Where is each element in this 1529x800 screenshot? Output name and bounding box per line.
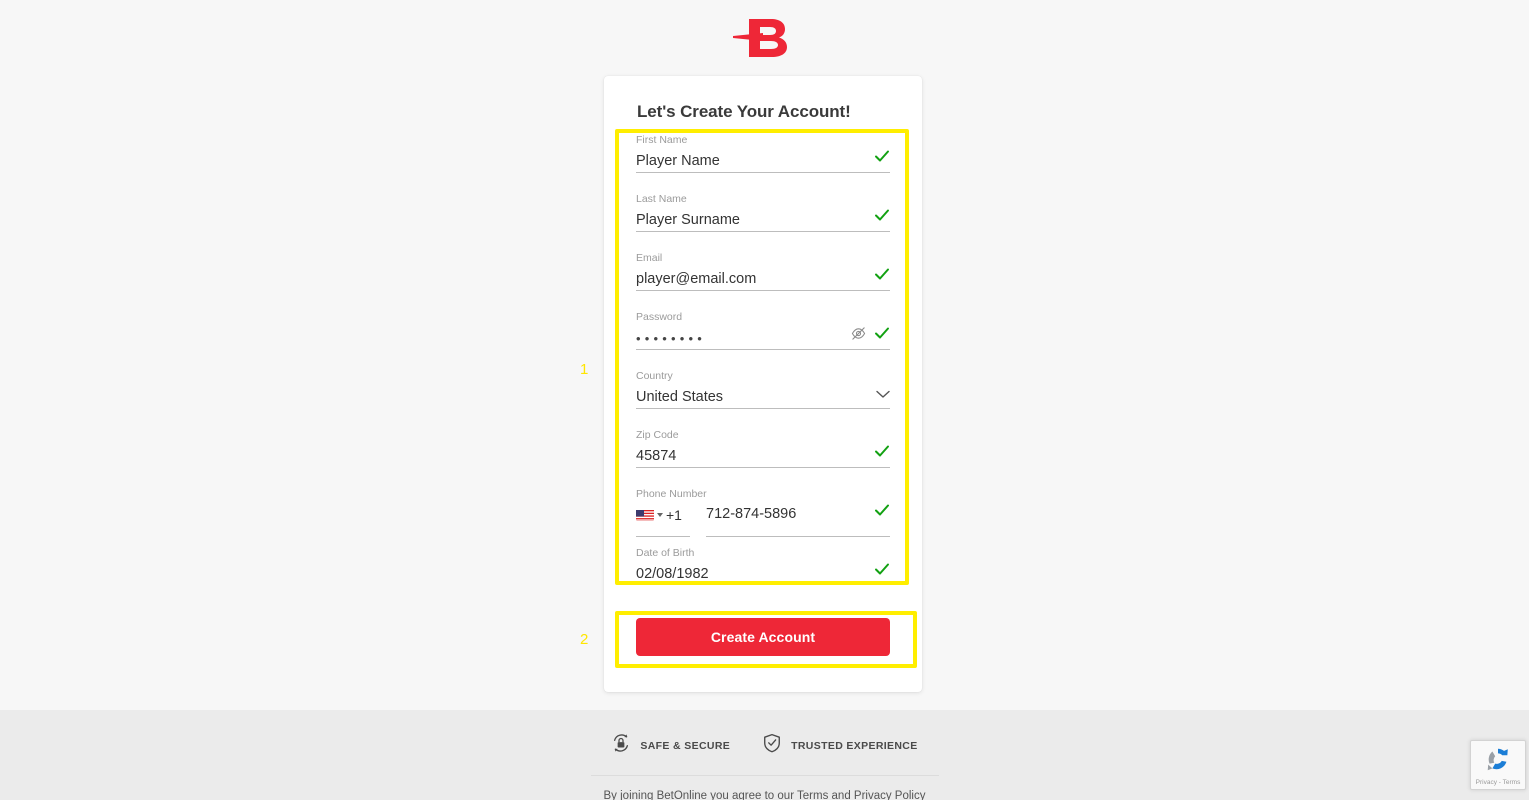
phone-country-code: +1 bbox=[666, 507, 682, 523]
field-first-name[interactable]: First Name Player Name bbox=[636, 130, 890, 189]
field-underline bbox=[636, 231, 890, 232]
valid-check-icon bbox=[874, 207, 890, 223]
annotation-number-1: 1 bbox=[580, 361, 589, 378]
field-date-of-birth[interactable]: Date of Birth 02/08/1982 bbox=[636, 543, 890, 602]
email-label: Email bbox=[636, 252, 663, 264]
phone-number-input[interactable]: 712-874-5896 bbox=[706, 503, 890, 525]
field-zip-code[interactable]: Zip Code 45874 bbox=[636, 425, 890, 484]
form-fields-group: First Name Player Name Last Name Player … bbox=[636, 130, 890, 602]
terms-link[interactable]: Terms bbox=[797, 790, 828, 800]
field-underline bbox=[636, 467, 890, 468]
betonline-b-logo bbox=[732, 15, 797, 61]
page-title: Let's Create Your Account! bbox=[637, 102, 851, 121]
chevron-down-icon[interactable] bbox=[876, 386, 890, 398]
valid-check-icon bbox=[874, 266, 890, 282]
lock-refresh-icon bbox=[611, 733, 631, 758]
trust-badges: SAFE & SECURE TRUSTED EXPERIENCE bbox=[0, 710, 1529, 758]
last-name-label: Last Name bbox=[636, 193, 687, 205]
eye-off-icon[interactable] bbox=[851, 326, 866, 341]
field-underline bbox=[636, 172, 890, 173]
date-of-birth-input[interactable]: 02/08/1982 bbox=[636, 560, 890, 586]
badge-label: TRUSTED EXPERIENCE bbox=[791, 739, 918, 752]
valid-check-icon bbox=[874, 502, 890, 518]
field-underline bbox=[706, 536, 890, 537]
valid-check-icon bbox=[874, 561, 890, 577]
last-name-input[interactable]: Player Surname bbox=[636, 206, 890, 232]
page-footer: SAFE & SECURE TRUSTED EXPERIENCE By join… bbox=[0, 710, 1529, 800]
recaptcha-icon bbox=[1484, 748, 1512, 777]
password-label: Password bbox=[636, 311, 683, 323]
badge-trusted-experience: TRUSTED EXPERIENCE bbox=[762, 733, 918, 758]
phone-number-label: Phone Number bbox=[636, 488, 707, 500]
first-name-input[interactable]: Player Name bbox=[636, 147, 890, 173]
valid-check-icon bbox=[874, 148, 890, 164]
field-email[interactable]: Email player@email.com bbox=[636, 248, 890, 307]
field-underline bbox=[636, 536, 690, 537]
zip-code-input[interactable]: 45874 bbox=[636, 442, 890, 468]
field-phone-number[interactable]: Phone Number +1 712-874-5896 bbox=[636, 484, 890, 543]
country-label: Country bbox=[636, 370, 673, 382]
submit-area: Create Account bbox=[636, 618, 890, 656]
legal-text: By joining BetOnline you agree to our Te… bbox=[0, 776, 1529, 800]
first-name-label: First Name bbox=[636, 134, 688, 146]
phone-country-selector[interactable]: +1 bbox=[636, 507, 692, 537]
privacy-policy-link[interactable]: Privacy Policy bbox=[854, 790, 926, 800]
zip-code-label: Zip Code bbox=[636, 429, 679, 441]
chevron-down-icon[interactable] bbox=[657, 513, 663, 517]
date-of-birth-label: Date of Birth bbox=[636, 547, 695, 559]
badge-label: SAFE & SECURE bbox=[640, 739, 731, 752]
legal-and: and bbox=[828, 790, 854, 800]
field-underline bbox=[636, 349, 890, 350]
valid-check-icon bbox=[874, 443, 890, 459]
signup-card: Let's Create Your Account! First Name Pl… bbox=[604, 76, 922, 692]
site-logo bbox=[0, 0, 1529, 64]
us-flag-icon bbox=[636, 509, 654, 521]
recaptcha-label: Privacy - Terms bbox=[1475, 779, 1521, 786]
legal-prefix: By joining BetOnline you agree to our bbox=[603, 790, 798, 800]
email-input[interactable]: player@email.com bbox=[636, 265, 890, 291]
field-underline bbox=[636, 290, 890, 291]
field-password[interactable]: Password •••••••• bbox=[636, 307, 890, 366]
field-country[interactable]: Country United States bbox=[636, 366, 890, 425]
valid-check-icon bbox=[874, 325, 890, 341]
field-last-name[interactable]: Last Name Player Surname bbox=[636, 189, 890, 248]
badge-safe-secure: SAFE & SECURE bbox=[611, 733, 730, 758]
create-account-button[interactable]: Create Account bbox=[636, 618, 890, 656]
recaptcha-badge[interactable]: Privacy - Terms bbox=[1470, 740, 1526, 790]
country-select[interactable]: United States bbox=[636, 383, 890, 409]
field-underline bbox=[636, 408, 890, 409]
annotation-number-2: 2 bbox=[580, 631, 589, 648]
shield-check-icon bbox=[762, 733, 782, 758]
